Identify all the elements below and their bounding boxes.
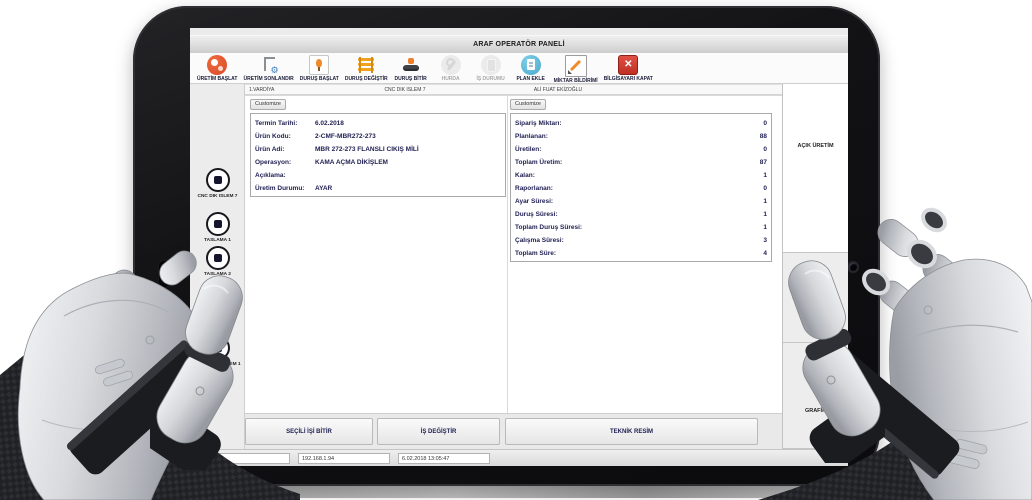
- main-content: Customize Termin Tarihi: 6.02.2018 Ürün …: [245, 95, 782, 413]
- machine-sidebar: CNC DIK ISLEM 7 TASLAMA 1 TASLAMA 2 R MO…: [190, 84, 245, 449]
- panel-divider: [507, 96, 508, 414]
- toolbar-button[interactable]: ÜRETİM BAŞLAT: [194, 55, 240, 82]
- right-palm: [890, 259, 1032, 500]
- machine-label: CNC DIK ISLEM 7: [345, 87, 465, 93]
- machine-button[interactable]: TASLAMA 1: [190, 212, 245, 243]
- right-tab-column: AÇIK ÜRETİM PLANDAKİ İŞLER GRAFİK: [782, 84, 848, 449]
- stat-row: Toplam Süre: 4: [515, 247, 767, 260]
- machine-button[interactable]: R MONTAJ: [190, 294, 245, 325]
- pause-end-icon: [401, 55, 421, 75]
- right-finger-joint-ring: [919, 206, 949, 235]
- job-field-row: Üretim Durumu: AYAR: [255, 182, 501, 195]
- toolbar: ÜRETİM BAŞLAT ÜRETİM SONLANDIR DURUŞ BAŞ…: [190, 53, 848, 84]
- toolbar-button[interactable]: DURUŞ BAŞLAT: [297, 55, 342, 82]
- toolbar-button[interactable]: HURDA: [431, 55, 471, 82]
- toolbar-button[interactable]: DURUŞ DEĞİŞTİR: [342, 55, 391, 82]
- shift-bar: 1.VARDİYA CNC DIK ISLEM 7 ALİ FUAT EKİZO…: [245, 84, 782, 95]
- stat-row: Üretilen: 0: [515, 143, 767, 156]
- toolbar-button[interactable]: ÜRETİM SONLANDIR: [240, 55, 296, 82]
- right-fingertip: [873, 214, 924, 262]
- stat-row: Raporlanan: 0: [515, 182, 767, 195]
- job-field-row: Ürün Adi: MBR 272-273 FLANSLI CIKIŞ MİLİ: [255, 143, 501, 156]
- machine-button[interactable]: CNC YATAY ISLEM 1: [190, 336, 245, 367]
- right-tab[interactable]: AÇIK ÜRETİM: [783, 84, 848, 253]
- machine-circle-icon: [206, 294, 230, 318]
- production-stats-box: Sipariş Miktarı: 0 Planlanan: 88 Üretile…: [510, 113, 772, 262]
- right-tab[interactable]: GRAFİK: [783, 343, 848, 449]
- shift-label: 1.VARDİYA: [249, 87, 274, 93]
- stat-row: Çalışma Süresi: 3: [515, 234, 767, 247]
- pause-change-icon: [356, 55, 376, 75]
- scene: ARAF OPERATÖR PANELİ ÜRETİM BAŞLAT ÜRETİ…: [0, 0, 1032, 500]
- job-field-row: Operasyon: KAMA AÇMA DİKİŞLEM: [255, 156, 501, 169]
- toolbar-button[interactable]: MİKTAR BİLDİRİMİ: [551, 55, 601, 84]
- action-button[interactable]: TEKNİK RESİM: [505, 418, 758, 445]
- pause-start-icon: [309, 55, 329, 75]
- machine-circle-icon: [206, 212, 230, 236]
- job-info-box: Termin Tarihi: 6.02.2018 Ürün Kodu: 2-CM…: [250, 113, 506, 197]
- machine-button[interactable]: CNC DIK ISLEM 7: [190, 168, 245, 199]
- right-tab[interactable]: PLANDAKİ İŞLER: [783, 253, 848, 343]
- machine-circle-icon: [206, 246, 230, 270]
- tablet-device: ARAF OPERATÖR PANELİ ÜRETİM BAŞLAT ÜRETİ…: [133, 6, 880, 486]
- toolbar-button[interactable]: BİLGİSAYARI KAPAT: [601, 55, 656, 82]
- tablet-side-button: [159, 261, 170, 287]
- stat-row: Kalan: 1: [515, 169, 767, 182]
- production-end-icon: [259, 55, 279, 75]
- right-finger-joint-ring: [904, 237, 940, 272]
- toolbar-button[interactable]: DURUŞ BİTİR: [391, 55, 431, 82]
- customize-button[interactable]: Customize: [250, 99, 286, 110]
- status-field: 192.168.1.94: [298, 453, 390, 464]
- job-field-row: Termin Tarihi: 6.02.2018: [255, 117, 501, 130]
- status-field: 6.02.2018 13:05:47: [398, 453, 490, 464]
- machine-circle-icon: [206, 168, 230, 192]
- quantity-report-icon: [565, 55, 587, 77]
- stat-row: Toplam Duruş Süresi: 1: [515, 221, 767, 234]
- status-field: ALPX: [195, 453, 290, 464]
- stat-row: Sipariş Miktarı: 0: [515, 117, 767, 130]
- stat-row: Ayar Süresi: 1: [515, 195, 767, 208]
- plan-add-icon: [521, 55, 541, 75]
- job-field-row: Açıklama:: [255, 169, 501, 182]
- stat-row: Duruş Süresi: 1: [515, 208, 767, 221]
- machine-button[interactable]: TASLAMA 2: [190, 246, 245, 277]
- right-fingertip: [875, 276, 921, 320]
- toolbar-button[interactable]: İŞ DURUMU: [471, 55, 511, 82]
- stat-row: Toplam Üretim: 87: [515, 156, 767, 169]
- operator-label: ALİ FUAT EKİZOĞLU: [498, 87, 618, 93]
- tablet-shadow: [58, 484, 1004, 498]
- job-field-row: Ürün Kodu: 2-CMF-MBR272-273: [255, 130, 501, 143]
- right-fingertip: [917, 249, 970, 299]
- scrap-icon: [441, 55, 461, 75]
- production-start-icon: [207, 55, 227, 75]
- tablet-camera: [849, 263, 857, 271]
- customize-button[interactable]: Customize: [510, 99, 546, 110]
- action-button[interactable]: SEÇİLİ İŞİ BİTİR: [245, 418, 373, 445]
- window-title: ARAF OPERATÖR PANELİ: [190, 35, 848, 54]
- left-finger-joint-ring: [79, 296, 112, 328]
- action-bar: SEÇİLİ İŞİ BİTİRİŞ DEĞİŞTİRTEKNİK RESİM: [245, 413, 782, 449]
- shutdown-icon: [618, 55, 638, 75]
- app-window: ARAF OPERATÖR PANELİ ÜRETİM BAŞLAT ÜRETİ…: [190, 28, 848, 466]
- job-status-icon: [481, 55, 501, 75]
- status-bar: ALPX 192.168.1.94 6.02.2018 13:05:47: [190, 449, 848, 466]
- stat-row: Planlanan: 88: [515, 130, 767, 143]
- action-button[interactable]: İŞ DEĞİŞTİR: [377, 418, 500, 445]
- toolbar-button[interactable]: PLAN EKLE: [511, 55, 551, 82]
- machine-circle-icon: [206, 336, 230, 360]
